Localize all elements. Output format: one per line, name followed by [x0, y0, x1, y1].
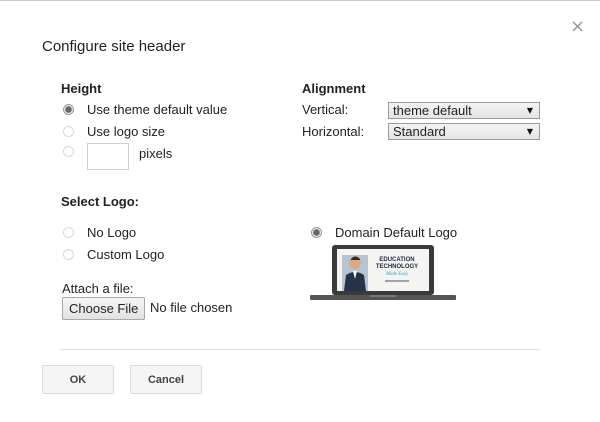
file-status: No file chosen	[150, 300, 233, 315]
dialog-title: Configure site header	[42, 38, 186, 55]
domain-logo-preview-image: EDUCATION TECHNOLOGY Made Easy	[310, 245, 456, 300]
triangle-down-icon: ▼	[526, 127, 533, 136]
horizontal-label: Horizontal:	[302, 124, 365, 139]
vertical-select-value: theme default	[393, 103, 472, 118]
laptop-base-notch	[370, 295, 396, 297]
horizontal-select[interactable]: Standard ▼	[388, 123, 540, 140]
preview-text-technology: TECHNOLOGY	[376, 264, 418, 270]
pixels-label: pixels	[139, 146, 173, 161]
height-heading: Height	[61, 81, 102, 96]
radio-logo-size[interactable]	[63, 126, 74, 137]
radio-custom-logo[interactable]	[63, 249, 74, 260]
height-option-logo-size-label: Use logo size	[87, 124, 166, 139]
height-option-theme-default[interactable]: Use theme default value	[63, 102, 227, 117]
vertical-label: Vertical:	[302, 102, 349, 117]
radio-domain-default[interactable]	[311, 227, 322, 238]
no-logo-label: No Logo	[87, 225, 137, 240]
radio-pixels[interactable]	[63, 146, 74, 157]
footer-divider	[60, 349, 540, 350]
pixels-input[interactable]	[87, 143, 129, 170]
horizontal-select-value: Standard	[393, 124, 446, 139]
preview-text-made-easy: Made Easy	[385, 272, 409, 277]
height-option-logo-size[interactable]: Use logo size	[63, 124, 165, 139]
height-option-pixels[interactable]: pixels	[63, 143, 172, 170]
preview-text-education: EDUCATION	[379, 257, 414, 263]
domain-default-logo-label: Domain Default Logo	[335, 225, 458, 240]
logo-option-domain-default[interactable]: Domain Default Logo	[311, 225, 457, 240]
custom-logo-label: Custom Logo	[87, 247, 165, 262]
attach-file-label: Attach a file:	[62, 281, 134, 296]
logo-option-no-logo[interactable]: No Logo	[63, 225, 136, 240]
close-icon[interactable]: ×	[570, 18, 585, 36]
triangle-down-icon: ▼	[526, 106, 533, 115]
choose-file-button[interactable]: Choose File	[62, 297, 146, 320]
alignment-heading: Alignment	[302, 81, 366, 96]
select-logo-heading: Select Logo:	[61, 194, 140, 209]
cancel-button[interactable]: Cancel	[130, 365, 202, 394]
logo-option-custom-logo[interactable]: Custom Logo	[63, 247, 164, 262]
height-option-theme-default-label: Use theme default value	[87, 102, 228, 117]
vertical-select[interactable]: theme default ▼	[388, 102, 540, 119]
configure-site-header-dialog: × Configure site header Height Use theme…	[0, 0, 600, 422]
radio-theme-default[interactable]	[63, 104, 74, 115]
ok-button[interactable]: OK	[42, 365, 114, 394]
preview-subtitle-line	[385, 280, 409, 282]
radio-no-logo[interactable]	[63, 227, 74, 238]
